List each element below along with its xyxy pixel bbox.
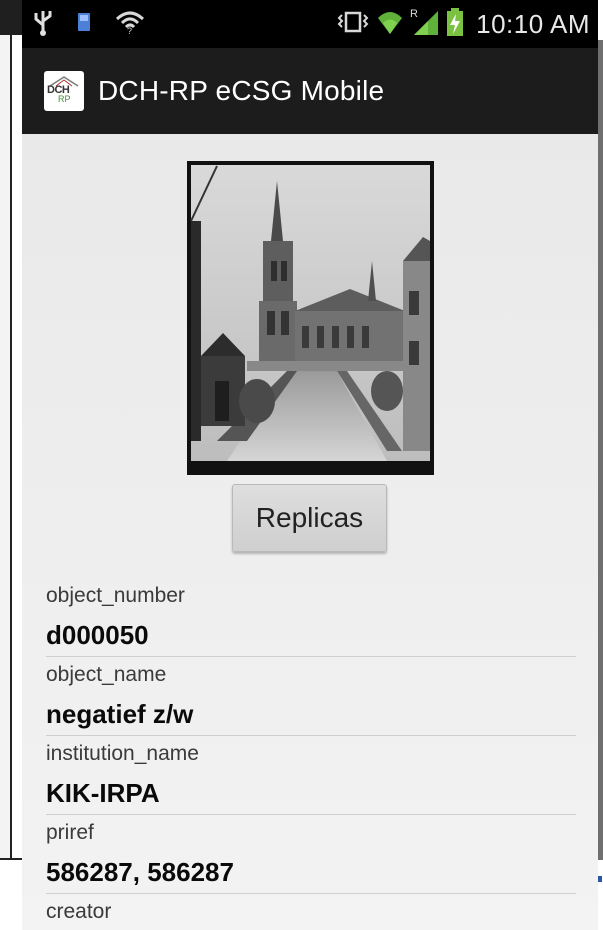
list-item: object_name negatief z/w	[46, 657, 576, 736]
detail-content[interactable]: Replicas object_number d000050 object_na…	[22, 134, 598, 930]
vibrate-icon	[336, 9, 370, 40]
app-logo-subtext: RP	[58, 94, 71, 104]
svg-text:?: ?	[127, 26, 132, 35]
wifi-icon	[376, 8, 404, 41]
field-label: priref	[46, 821, 94, 844]
usb-icon	[32, 7, 54, 42]
field-value: d000050	[46, 620, 149, 650]
status-bar: ? R 10:10 AM	[22, 0, 598, 48]
background-window-edge	[0, 35, 12, 860]
field-list: object_number d000050 object_name negati…	[46, 578, 576, 930]
list-item: priref 586287, 586287	[46, 815, 576, 894]
list-item: institution_name KIK-IRPA	[46, 736, 576, 815]
object-photo[interactable]	[187, 161, 434, 475]
list-item: object_number d000050	[46, 578, 576, 657]
app-logo-icon[interactable]: DCH RP	[44, 71, 84, 111]
signal-icon: R	[410, 7, 440, 42]
list-item: creator	[46, 894, 576, 930]
svg-text:R: R	[410, 8, 418, 20]
replicas-button[interactable]: Replicas	[232, 484, 387, 552]
field-value: 586287, 586287	[46, 857, 234, 887]
background-marker	[598, 876, 602, 882]
field-value: negatief z/w	[46, 699, 194, 729]
storage-icon	[76, 11, 92, 38]
battery-charging-icon	[446, 7, 464, 42]
phone-screen: ? R 10:10 AM DCH RP DCH-RP eCSG Mobile R…	[22, 0, 598, 930]
field-value: KIK-IRPA	[46, 778, 160, 808]
action-bar: DCH RP DCH-RP eCSG Mobile	[22, 48, 598, 134]
wifi-hotspot-icon: ?	[114, 9, 146, 40]
field-label: object_name	[46, 663, 167, 686]
background-window-corner	[0, 858, 22, 860]
background-window-right-edge	[598, 40, 603, 860]
field-label: object_number	[46, 584, 185, 607]
status-clock: 10:10 AM	[476, 8, 590, 39]
field-label: institution_name	[46, 742, 199, 765]
field-label: creator	[46, 900, 112, 923]
app-title: DCH-RP eCSG Mobile	[98, 75, 385, 106]
